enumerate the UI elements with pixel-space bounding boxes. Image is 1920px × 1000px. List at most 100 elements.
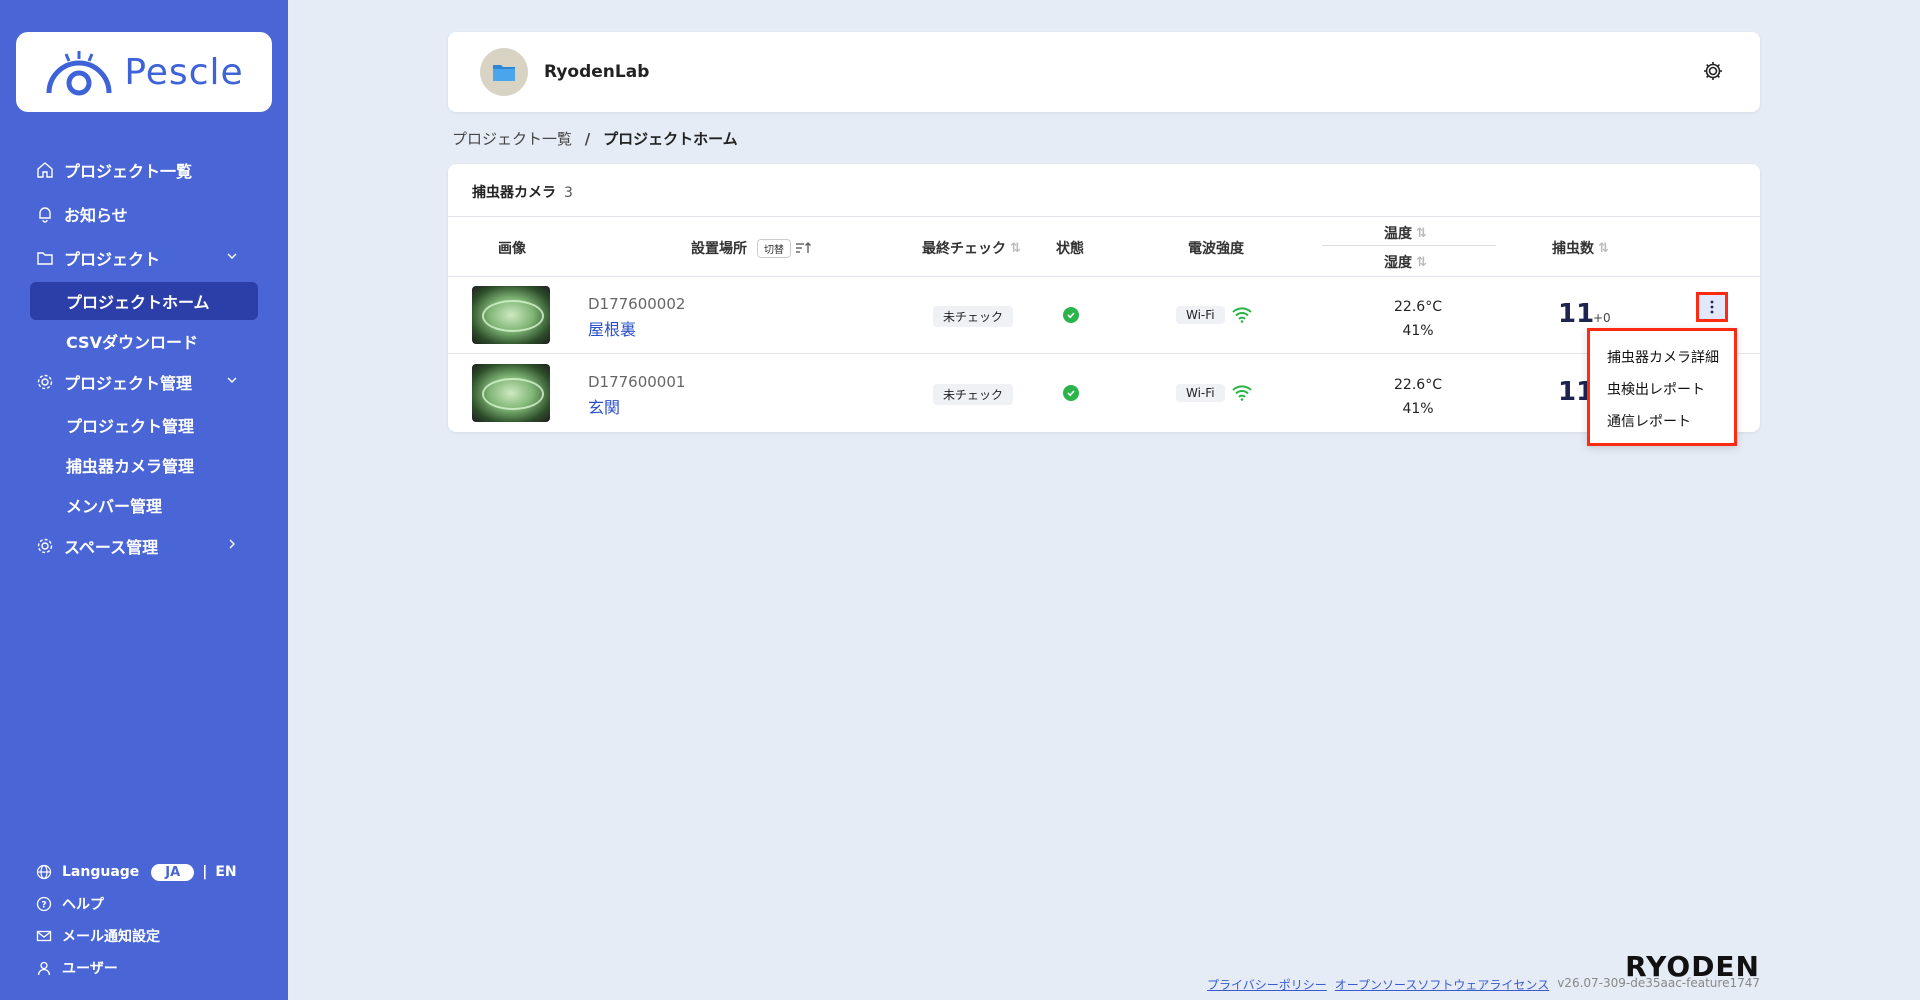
sidebar-item-space-admin[interactable]: スペース管理 (30, 526, 258, 566)
language-switch: Language JA | EN (36, 856, 256, 888)
user-link[interactable]: ユーザー (36, 952, 256, 984)
sidebar-item-label: プロジェクト (64, 250, 161, 269)
chevron-right-icon (229, 539, 235, 549)
catch-count: 11 (1558, 299, 1595, 329)
check-icon (1067, 390, 1075, 397)
help-icon: ? (36, 896, 52, 912)
humidity-value: 41% (1402, 401, 1434, 417)
header-signal: 電波強度 (1188, 238, 1244, 258)
last-check-badge: 未チェック (933, 384, 1014, 405)
sidebar-item-news[interactable]: お知らせ (30, 194, 258, 234)
table-row[interactable]: D177600001 玄関 未チェック Wi-Fi 22.6°C 41% 11 (448, 355, 1760, 432)
sidebar-item-label: お知らせ (64, 206, 128, 225)
user-icon (37, 961, 51, 976)
sidebar-item-project[interactable]: プロジェクト (30, 238, 258, 278)
divider (448, 216, 1760, 217)
header-catch-count-label: 捕虫数 (1552, 241, 1594, 257)
project-name: RyodenLab (544, 62, 650, 82)
wifi-icon (1232, 307, 1252, 323)
sidebar-item-label: プロジェクト一覧 (64, 162, 193, 181)
last-check-badge: 未チェック (933, 306, 1014, 327)
table-row[interactable]: D177600002 屋根裏 未チェック Wi-Fi 22.6°C 41% 11… (448, 277, 1760, 354)
folder-icon (493, 65, 515, 81)
toggle-button[interactable]: 切替 (757, 238, 791, 258)
mail-icon (36, 930, 52, 942)
header-last-check[interactable]: 最終チェック ⇅ (922, 238, 1021, 258)
header-image-label: 画像 (498, 241, 526, 257)
camera-table-card: 捕虫器カメラ 3 画像 設置場所 切替 最終チェック ⇅ 状態 電波強度 温度 ⇅ 湿… (448, 164, 1760, 432)
sidebar-bottom: Language JA | EN ? ヘルプ メール通知設定 ユーザー (36, 856, 256, 984)
folder-icon (37, 252, 53, 265)
breadcrumb-parent[interactable]: プロジェクト一覧 (452, 130, 572, 148)
header-humidity[interactable]: 湿度 ⇅ (1384, 252, 1427, 272)
header-image: 画像 (498, 238, 526, 258)
env-readings: 22.6°C 41% (1388, 295, 1448, 343)
device-location-link[interactable]: 屋根裏 (588, 316, 636, 340)
bell-icon (39, 207, 51, 223)
gear-icon (37, 538, 53, 554)
temperature-value: 22.6°C (1394, 377, 1442, 393)
header-temperature[interactable]: 温度 ⇅ (1384, 223, 1427, 243)
language-label: Language (62, 864, 140, 880)
logo[interactable]: Pescle (16, 32, 272, 112)
lang-en-button[interactable]: EN (215, 864, 236, 880)
device-id: D177600001 (588, 373, 686, 391)
sidebar-item-project-home[interactable]: プロジェクトホーム (30, 282, 258, 320)
chevron-down-icon (227, 377, 237, 383)
breadcrumb: プロジェクト一覧 / プロジェクトホーム (452, 128, 738, 149)
sidebar-item-label: CSVダウンロード (66, 333, 198, 352)
sidebar-item-label: メンバー管理 (66, 497, 163, 516)
svg-text:?: ? (41, 901, 46, 911)
env-readings: 22.6°C 41% (1388, 373, 1448, 421)
avatar (480, 48, 528, 96)
project-header: RyodenLab (448, 32, 1760, 112)
help-link[interactable]: ? ヘルプ (36, 888, 256, 920)
sort-asc-icon[interactable] (795, 241, 811, 255)
menu-item-camera-detail[interactable]: 捕虫器カメラ詳細 (1590, 343, 1734, 375)
humidity-value: 41% (1402, 323, 1434, 339)
signal-badge: Wi-Fi (1176, 306, 1225, 324)
lang-separator: | (202, 864, 208, 880)
header-location[interactable]: 設置場所 切替 (691, 238, 811, 258)
header-catch-count[interactable]: 捕虫数 ⇅ (1552, 238, 1609, 258)
sidebar-item-project-admin[interactable]: プロジェクト管理 (30, 362, 258, 402)
sidebar-item-camera-admin[interactable]: 捕虫器カメラ管理 (30, 446, 258, 484)
eye-logo-icon (46, 51, 112, 96)
header-location-label: 設置場所 (691, 241, 747, 257)
sort-icon: ⇅ (1416, 225, 1427, 241)
sidebar-nav: プロジェクト一覧 お知らせ プロジェクト プロジェクトホーム CSVダウンロード… (30, 150, 258, 570)
mail-settings-link[interactable]: メール通知設定 (36, 920, 256, 952)
header-last-check-label: 最終チェック (922, 241, 1006, 257)
breadcrumb-current: プロジェクトホーム (603, 130, 738, 148)
sort-icon: ⇅ (1598, 240, 1609, 256)
catch-delta: +0 (1593, 311, 1611, 325)
header-humidity-label: 湿度 (1384, 255, 1412, 271)
sidebar-item-label: プロジェクトホーム (66, 293, 210, 312)
signal-badge: Wi-Fi (1176, 384, 1225, 402)
privacy-policy-link[interactable]: プライバシーポリシー (1207, 976, 1327, 993)
camera-thumbnail[interactable] (472, 286, 550, 344)
sidebar-item-label: プロジェクト管理 (66, 417, 195, 436)
menu-item-communication-report[interactable]: 通信レポート (1590, 407, 1734, 439)
camera-thumbnail[interactable] (472, 364, 550, 422)
mail-label: メール通知設定 (62, 929, 160, 945)
header-status-label: 状態 (1056, 241, 1084, 257)
header-temperature-label: 温度 (1384, 226, 1412, 242)
sidebar-item-project-admin-sub[interactable]: プロジェクト管理 (30, 406, 258, 444)
menu-item-detection-report[interactable]: 虫検出レポート (1590, 375, 1734, 407)
lang-ja-button[interactable]: JA (151, 863, 195, 881)
card-count: 3 (564, 185, 573, 201)
sidebar-item-label: スペース管理 (64, 538, 159, 557)
sidebar-item-member-admin[interactable]: メンバー管理 (30, 486, 258, 524)
sidebar: Pescle プロジェクト一覧 お知らせ プロジェクト プロジェクトホーム CS… (0, 0, 288, 1000)
temperature-value: 22.6°C (1394, 299, 1442, 315)
project-settings-button[interactable] (1702, 60, 1724, 86)
sidebar-item-project-list[interactable]: プロジェクト一覧 (30, 150, 258, 190)
oss-license-link[interactable]: オープンソースソフトウェアライセンス (1335, 976, 1549, 993)
device-location-link[interactable]: 玄関 (588, 394, 620, 418)
logo-text: Pescle (124, 51, 244, 93)
row-menu-button[interactable] (1696, 292, 1728, 322)
sidebar-item-csv-download[interactable]: CSVダウンロード (30, 322, 258, 360)
sort-icon: ⇅ (1010, 240, 1021, 256)
version-text: v26.07-309-de35aac-feature1747 (1557, 976, 1760, 990)
